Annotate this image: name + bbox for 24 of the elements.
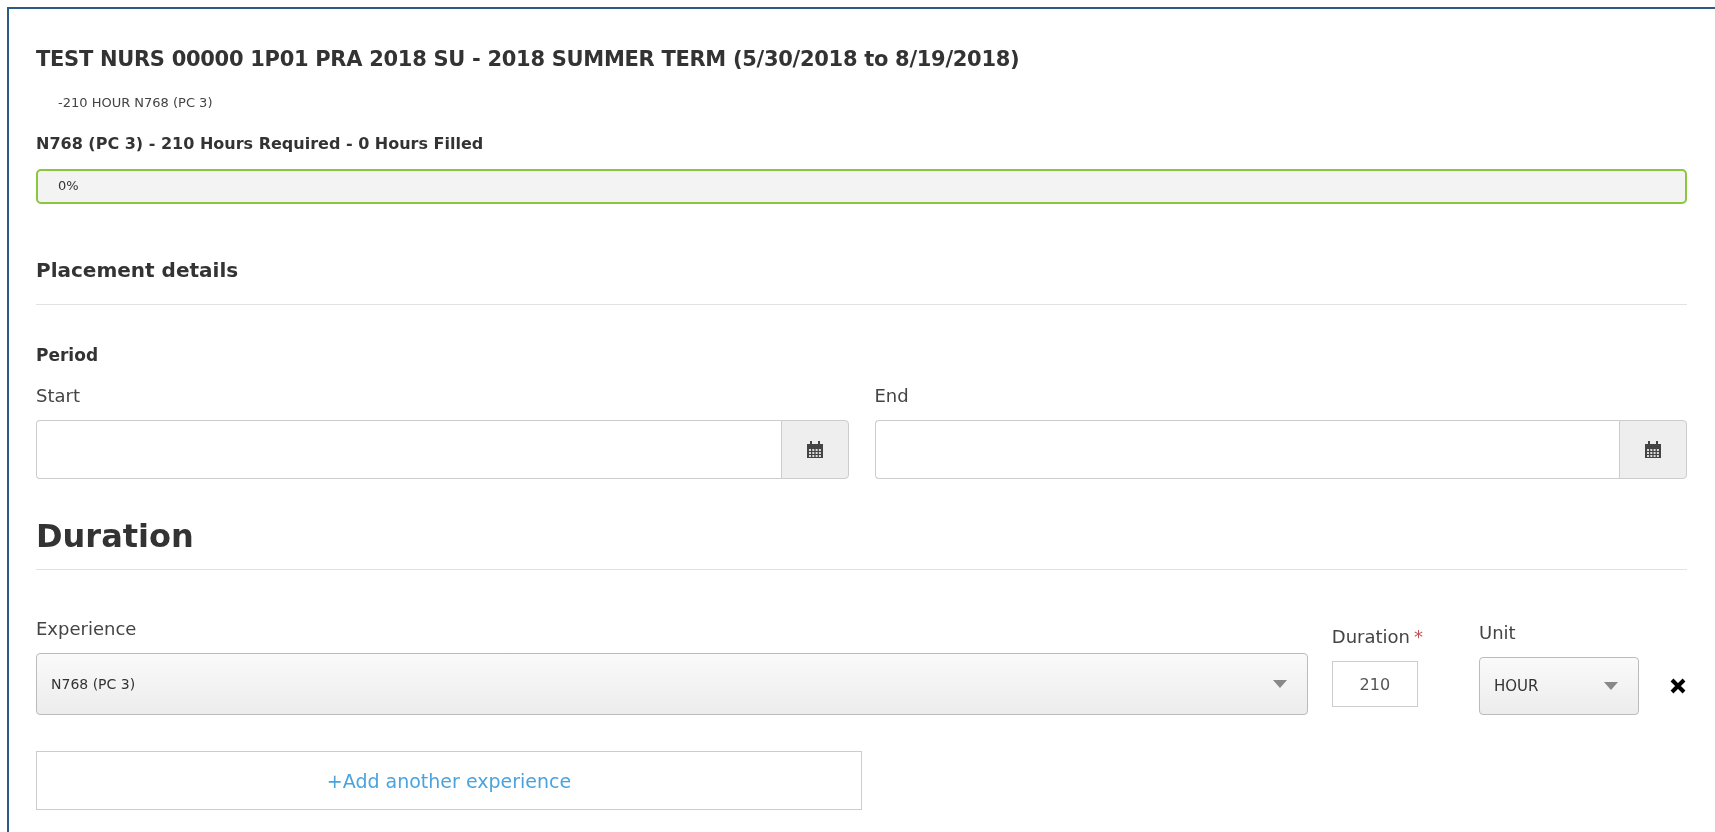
date-field[interactable] [36,420,781,479]
duration-label: Duration * [1331,626,1423,647]
close-icon[interactable] [1669,677,1687,695]
progress-reading: 0% [58,178,79,193]
field-label: Start [36,385,81,406]
period-label: Period [36,345,100,365]
caret-icon [1272,680,1287,688]
caret-icon [1604,682,1618,690]
calendar-icon [1644,440,1662,459]
progress-heading: N768 (PC 3) - 210 Hours Required - 0 Hours Filled [36,134,485,153]
experience-select[interactable]: N768 (PC 3) [36,653,1308,715]
unit-label: Unit [1479,622,1517,643]
calendar-button[interactable] [1619,420,1687,479]
requirement-text: -210 HOUR N768 (PC 3) [58,95,214,110]
field-label: End [874,385,910,406]
calendar-button[interactable] [780,420,849,479]
date-field[interactable] [874,420,1619,479]
section-heading: Placement details [36,258,1687,305]
calendar-icon [805,440,824,459]
experience-label: Experience [36,618,138,639]
course-title: TEST NURS 00000 1P01 PRA 2018 SU - 2018 SUMMER TERM (5/30/2018 to 8/19/2018) [36,47,1021,71]
section-heading: Duration [36,517,1687,570]
unit-select[interactable]: HOUR [1479,657,1639,715]
duration-input[interactable]: 210 [1331,661,1418,707]
